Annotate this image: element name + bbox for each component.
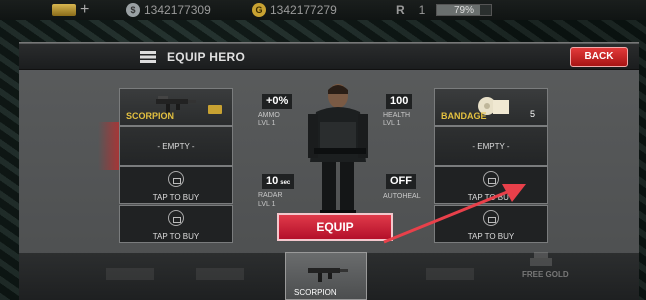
- health-value: 100: [386, 94, 413, 109]
- plus-icon: +: [80, 1, 90, 18]
- item-slot-empty[interactable]: - EMPTY -: [434, 126, 548, 166]
- lock-icon: [168, 171, 184, 187]
- radar-level: LVL 1: [258, 201, 276, 208]
- silver-amount: 1342177309: [144, 3, 211, 17]
- free-gold-label[interactable]: FREE GOLD: [522, 270, 569, 279]
- smg-icon: [308, 268, 348, 282]
- weapon-tab-icon[interactable]: [190, 258, 250, 288]
- selected-weapon-name: SCORPION: [294, 288, 337, 297]
- gold-coin-icon: G: [252, 3, 266, 17]
- gold-bars-small-icon: [208, 105, 222, 114]
- weapon-slot-buy-2[interactable]: TAP TO BUY: [119, 205, 233, 243]
- back-button[interactable]: BACK: [570, 47, 628, 67]
- lock-icon: [168, 210, 184, 226]
- xp-percent: 79%: [453, 5, 474, 16]
- xp-progress-bar: 79%: [436, 4, 492, 16]
- health-level: LVL 1: [383, 120, 401, 127]
- xp-progress: 79%: [436, 0, 492, 20]
- radar-value: 10 sec: [262, 174, 295, 189]
- ammo-value: +0%: [262, 94, 293, 109]
- radar-unit: sec: [280, 180, 291, 186]
- top-bar: + $ 1342177309 G 1342177279 R 1 79%: [0, 0, 646, 20]
- weapon-tab-icon[interactable]: [100, 258, 160, 288]
- gold-bars-icon: [52, 4, 76, 16]
- item-count: 5: [529, 109, 535, 119]
- tap-to-buy-label: TAP TO BUY: [152, 232, 200, 241]
- hero-character: [308, 84, 368, 220]
- gold-amount: 1342177279: [270, 3, 337, 17]
- selected-weapon-tab[interactable]: SCORPION: [285, 252, 367, 300]
- item-slot[interactable]: BANDAGE 5: [434, 88, 548, 126]
- silver-coin-icon: $: [126, 3, 140, 17]
- weapon-slot[interactable]: SCORPION: [119, 88, 233, 126]
- radar-number: 10: [266, 175, 279, 187]
- ammo-box-icon: [140, 51, 156, 63]
- weapon-slot-empty[interactable]: - EMPTY -: [119, 126, 233, 166]
- rank-label: R: [396, 3, 405, 17]
- ammo-level: LVL 1: [258, 120, 276, 127]
- equip-button[interactable]: EQUIP: [277, 213, 393, 241]
- weapon-slot-buy-1[interactable]: TAP TO BUY: [119, 166, 233, 204]
- gold-currency: G 1342177279: [252, 0, 337, 20]
- tap-to-buy-label: TAP TO BUY: [152, 193, 200, 202]
- weapon-tab-icon[interactable]: [420, 258, 480, 288]
- item-name: BANDAGE: [441, 111, 487, 121]
- empty-label: - EMPTY -: [472, 142, 510, 151]
- rank-display: R 1: [396, 0, 425, 20]
- gold-bars-icon: [530, 252, 552, 266]
- panel-header: EQUIP HERO: [19, 44, 639, 70]
- radar-label: RADAR: [258, 192, 283, 199]
- page-title: EQUIP HERO: [167, 50, 246, 64]
- weapon-name: SCORPION: [126, 111, 175, 121]
- rank-value: 1: [418, 3, 426, 17]
- tutorial-arrow: [383, 184, 526, 244]
- empty-label: - EMPTY -: [157, 142, 195, 151]
- silver-currency: $ 1342177309: [126, 0, 211, 20]
- gold-bars-shop[interactable]: +: [52, 0, 89, 20]
